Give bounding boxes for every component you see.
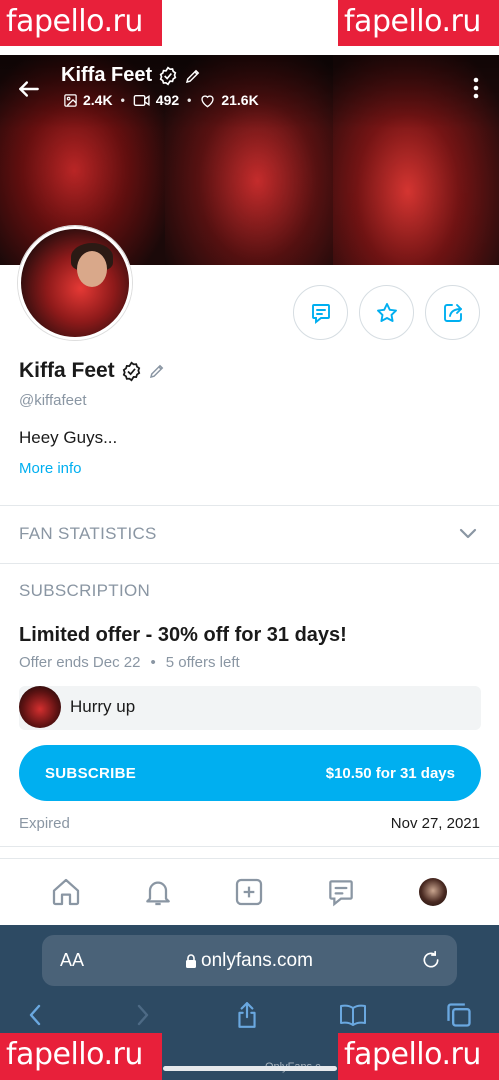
bottom-navigation: [0, 858, 499, 925]
nav-new-post[interactable]: [232, 875, 266, 909]
nav-home[interactable]: [49, 875, 83, 909]
nav-notifications[interactable]: [141, 875, 175, 909]
arrow-left-icon[interactable]: [16, 76, 42, 102]
reload-icon[interactable]: [421, 950, 441, 970]
reader-aa-button[interactable]: AA: [60, 950, 84, 971]
verified-badge-icon: [159, 65, 177, 86]
chevron-left-icon: [29, 1004, 41, 1026]
home-icon: [52, 878, 80, 906]
browser-share-button[interactable]: [232, 1000, 262, 1030]
browser-back-button[interactable]: [20, 1000, 50, 1030]
plus-square-icon: [236, 878, 263, 906]
share-icon: [238, 1002, 256, 1028]
profile-actions: [293, 285, 480, 340]
offer-ends: Offer ends Dec 22: [19, 654, 141, 671]
video-count: 492: [133, 92, 179, 108]
subscribe-label: SUBSCRIBE: [45, 764, 137, 782]
chevron-right-icon: [137, 1004, 149, 1026]
header-name: Kiffa Feet: [61, 64, 202, 87]
tabs-icon: [447, 1003, 471, 1027]
divider: [0, 846, 499, 847]
aa-label: AA: [60, 950, 85, 970]
subscribe-button[interactable]: SUBSCRIBE $10.50 for 31 days: [19, 745, 481, 801]
profile-name-text: Kiffa Feet: [19, 359, 115, 382]
message-icon: [329, 880, 354, 907]
subscription-section-title: SUBSCRIPTION: [19, 581, 151, 600]
favorite-button[interactable]: [359, 285, 414, 340]
book-icon: [340, 1004, 366, 1026]
watermark-bottom-left: fapello.ru: [0, 1033, 162, 1080]
lock-icon: [186, 954, 196, 968]
browser-tabs-button[interactable]: [444, 1000, 474, 1030]
like-count-value: 21.6K: [221, 92, 259, 108]
profile-name: Kiffa Feet: [19, 359, 166, 383]
url-text: onlyfans.com: [201, 950, 313, 971]
video-count-value: 492: [155, 92, 180, 108]
message-button[interactable]: [293, 285, 348, 340]
profile-handle: @kiffafeet: [19, 392, 87, 409]
bell-icon: [145, 881, 170, 906]
message-icon: [311, 303, 330, 324]
watermark-bottom-right: fapello.ru: [338, 1033, 499, 1080]
nav-messages[interactable]: [324, 875, 358, 909]
verified-badge-icon: [122, 360, 140, 382]
profile-top-bar: Kiffa Feet 2.4K • 492 • 21.6K: [0, 60, 499, 116]
pencil-icon[interactable]: [184, 67, 202, 85]
avatar: [419, 878, 448, 906]
browser-url[interactable]: onlyfans.com: [185, 950, 313, 972]
offers-left: 5 offers left: [165, 654, 240, 671]
offer-title: Limited offer - 30% off for 31 days!: [19, 624, 347, 646]
profile-bio: Heey Guys...: [19, 428, 118, 447]
chevron-down-icon[interactable]: [459, 528, 477, 540]
browser-bookmarks-button[interactable]: [338, 1000, 368, 1030]
avatar: [19, 686, 61, 728]
like-count: 21.6K: [199, 92, 259, 108]
divider: [0, 563, 499, 564]
home-indicator: [163, 1066, 337, 1071]
header-stats: 2.4K • 492 • 21.6K: [63, 92, 259, 108]
fan-statistics-toggle[interactable]: FAN STATISTICS: [19, 524, 157, 544]
more-info-link[interactable]: More info: [19, 460, 82, 477]
profile-avatar[interactable]: [18, 226, 132, 340]
browser-forward-button[interactable]: [128, 1000, 158, 1030]
promo-message-text: Hurry up: [70, 697, 136, 716]
share-button[interactable]: [425, 285, 480, 340]
watermark-top-right: fapello.ru: [338, 0, 499, 46]
divider: [0, 505, 499, 506]
star-icon: [376, 302, 397, 322]
share-icon: [443, 303, 462, 322]
vertical-dots-icon[interactable]: [473, 76, 479, 100]
header-name-text: Kiffa Feet: [61, 64, 153, 86]
watermark-top-left: fapello.ru: [0, 0, 162, 46]
subscribe-price: $10.50 for 31 days: [325, 764, 455, 782]
video-icon: [133, 94, 150, 106]
heart-icon: [201, 94, 214, 107]
image-icon: [64, 93, 77, 107]
photo-count-value: 2.4K: [83, 92, 113, 108]
photo-count: 2.4K: [63, 92, 113, 108]
pencil-icon[interactable]: [148, 362, 166, 380]
offer-meta: Offer ends Dec 22 • 5 offers left: [19, 654, 240, 671]
expired-label: Expired: [19, 815, 70, 832]
expired-date: Nov 27, 2021: [390, 815, 480, 832]
nav-profile[interactable]: [416, 875, 450, 909]
